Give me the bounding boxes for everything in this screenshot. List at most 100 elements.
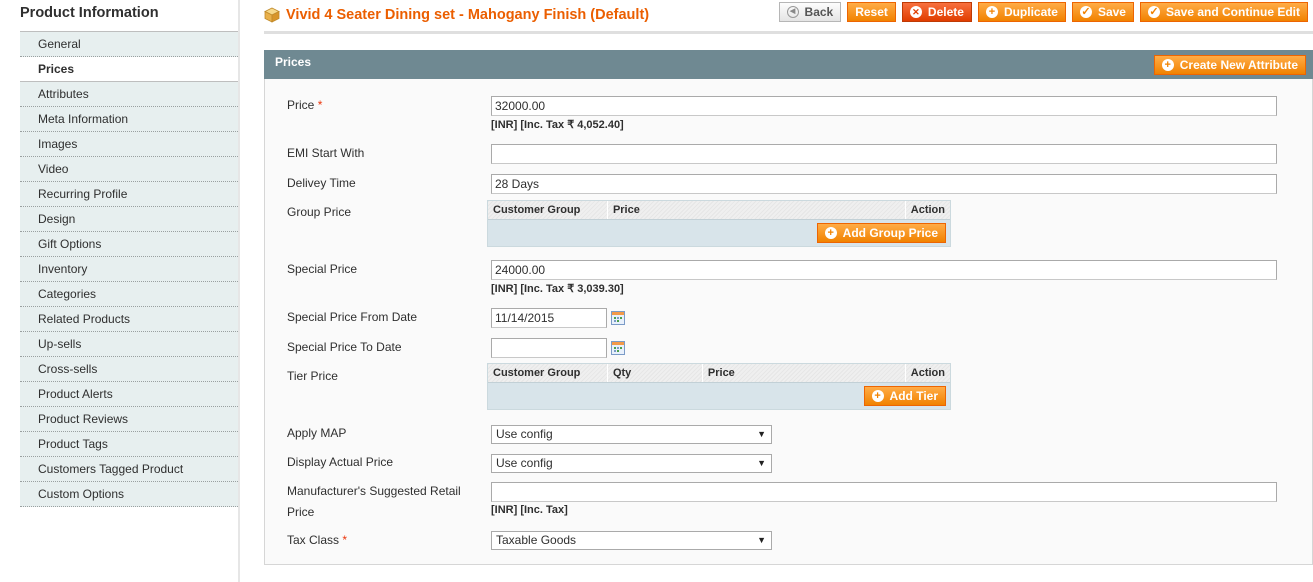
plus-icon: + <box>985 6 998 18</box>
sidebar-title: Product Information <box>20 5 159 21</box>
delete-button-label: Delete <box>927 5 964 19</box>
content-header: Vivid 4 Seater Dining set - Mahogany Fin… <box>264 0 1313 34</box>
msrp-tax-note: [INR] [Inc. Tax] <box>491 504 568 516</box>
column-action: Action <box>910 204 945 216</box>
msrp-label-line2: Price <box>287 505 315 519</box>
price-label-text: Price <box>287 98 315 112</box>
tax-class-select[interactable]: Taxable Goods ▼ <box>491 531 772 550</box>
msrp-input[interactable] <box>491 482 1277 502</box>
add-tier-label: Add Tier <box>889 389 938 403</box>
column-price: Price <box>703 364 906 382</box>
tab-gift-options[interactable]: Gift Options <box>20 232 240 257</box>
group-price-grid-header: Customer Group Price Action <box>488 201 950 220</box>
column-customer-group: Customer Group <box>488 364 608 382</box>
tab-general[interactable]: General <box>20 32 240 57</box>
product-box-icon <box>264 7 280 23</box>
tab-up-sells[interactable]: Up-sells <box>20 332 240 357</box>
tab-recurring-profile[interactable]: Recurring Profile <box>20 182 240 207</box>
msrp-label: Manufacturer's Suggested Retail Price <box>287 482 487 521</box>
prices-section-header: Prices + Create New Attribute <box>264 50 1313 79</box>
tab-video[interactable]: Video <box>20 157 240 182</box>
tab-design[interactable]: Design <box>20 207 240 232</box>
add-group-price-label: Add Group Price <box>842 226 938 240</box>
delivery-time-input[interactable]: 28 Days <box>491 174 1277 194</box>
column-qty: Qty <box>608 364 703 382</box>
sidebar-divider <box>238 0 240 582</box>
apply-map-select[interactable]: Use config ▼ <box>491 425 772 444</box>
tab-images[interactable]: Images <box>20 132 240 157</box>
required-mark: * <box>342 533 348 547</box>
header-divider <box>264 31 1313 34</box>
tab-custom-options[interactable]: Custom Options <box>20 482 240 507</box>
add-group-price-button[interactable]: + Add Group Price <box>816 223 946 243</box>
save-and-continue-button[interactable]: ✓ Save and Continue Edit <box>1139 2 1308 22</box>
create-new-attribute-button[interactable]: + Create New Attribute <box>1153 55 1306 75</box>
special-price-to-input[interactable] <box>491 338 607 358</box>
form-actions: ◀ Back Reset ✕ Delete + Duplicate ✓ Save… <box>778 2 1308 22</box>
special-price-input[interactable]: 24000.00 <box>491 260 1277 280</box>
save-button-label: Save <box>1097 5 1126 19</box>
tier-price-grid: Customer Group Qty Price Action + Add Ti… <box>487 363 951 410</box>
tab-product-alerts[interactable]: Product Alerts <box>20 382 240 407</box>
save-and-continue-button-label: Save and Continue Edit <box>1165 5 1300 19</box>
dropdown-arrow-icon: ▼ <box>757 535 766 545</box>
duplicate-button[interactable]: + Duplicate <box>977 2 1066 22</box>
column-action: Action <box>910 367 946 379</box>
save-button[interactable]: ✓ Save <box>1071 2 1134 22</box>
tab-related-products[interactable]: Related Products <box>20 307 240 332</box>
plus-icon: + <box>1161 59 1174 71</box>
price-label: Price * <box>287 96 487 114</box>
section-title: Prices <box>275 55 312 69</box>
group-price-grid: Customer Group Price Action + Add Group … <box>487 200 951 247</box>
column-customer-group: Customer Group <box>488 201 608 219</box>
tab-product-reviews[interactable]: Product Reviews <box>20 407 240 432</box>
back-button-label: Back <box>804 5 834 19</box>
check-icon: ✓ <box>1079 6 1092 18</box>
tier-price-grid-body: + Add Tier <box>488 383 950 409</box>
arrow-left-icon: ◀ <box>786 6 799 18</box>
special-price-tax-note: [INR] [Inc. Tax ₹ 3,039.30] <box>491 283 624 295</box>
special-price-from-label: Special Price From Date <box>287 310 418 324</box>
duplicate-button-label: Duplicate <box>1003 5 1058 19</box>
tab-meta-information[interactable]: Meta Information <box>20 107 240 132</box>
apply-map-value: Use config <box>496 427 553 441</box>
price-tax-note: [INR] [Inc. Tax ₹ 4,052.40] <box>491 119 624 131</box>
tax-class-label-text: Tax Class <box>287 533 340 547</box>
tab-inventory[interactable]: Inventory <box>20 257 240 282</box>
back-button[interactable]: ◀ Back <box>778 2 842 22</box>
page-title-text: Vivid 4 Seater Dining set - Mahogany Fin… <box>286 7 650 23</box>
check-icon: ✓ <box>1147 6 1160 18</box>
plus-icon: + <box>871 390 884 402</box>
add-tier-button[interactable]: + Add Tier <box>863 386 946 406</box>
tier-price-grid-header: Customer Group Qty Price Action <box>488 364 950 383</box>
tab-cross-sells[interactable]: Cross-sells <box>20 357 240 382</box>
tab-categories[interactable]: Categories <box>20 282 240 307</box>
tab-prices[interactable]: Prices <box>20 57 240 82</box>
reset-button-label: Reset <box>855 5 888 19</box>
msrp-label-line1: Manufacturer's Suggested Retail <box>287 484 461 498</box>
tier-price-label: Tier Price <box>287 369 338 383</box>
column-price: Price <box>608 201 906 219</box>
price-input[interactable]: 32000.00 <box>491 96 1277 116</box>
special-price-to-label: Special Price To Date <box>287 340 402 354</box>
page-title: Vivid 4 Seater Dining set - Mahogany Fin… <box>264 7 649 23</box>
display-actual-price-label: Display Actual Price <box>287 455 394 469</box>
tab-customers-tagged-product[interactable]: Customers Tagged Product <box>20 457 240 482</box>
calendar-icon[interactable] <box>611 341 625 355</box>
delete-x-icon: ✕ <box>909 6 922 18</box>
group-price-label: Group Price <box>287 205 352 219</box>
special-price-label: Special Price <box>287 262 358 276</box>
sidebar: Product Information General Prices Attri… <box>0 0 240 582</box>
dropdown-arrow-icon: ▼ <box>757 429 766 439</box>
display-actual-price-select[interactable]: Use config ▼ <box>491 454 772 473</box>
emi-label: EMI Start With <box>287 146 365 160</box>
emi-input[interactable] <box>491 144 1277 164</box>
delete-button[interactable]: ✕ Delete <box>901 2 972 22</box>
reset-button[interactable]: Reset <box>847 2 896 22</box>
special-price-from-input[interactable]: 11/14/2015 <box>491 308 607 328</box>
tab-attributes[interactable]: Attributes <box>20 82 240 107</box>
calendar-icon[interactable] <box>611 311 625 325</box>
group-price-grid-body: + Add Group Price <box>488 220 950 246</box>
tab-product-tags[interactable]: Product Tags <box>20 432 240 457</box>
product-tabs: General Prices Attributes Meta Informati… <box>20 31 240 507</box>
